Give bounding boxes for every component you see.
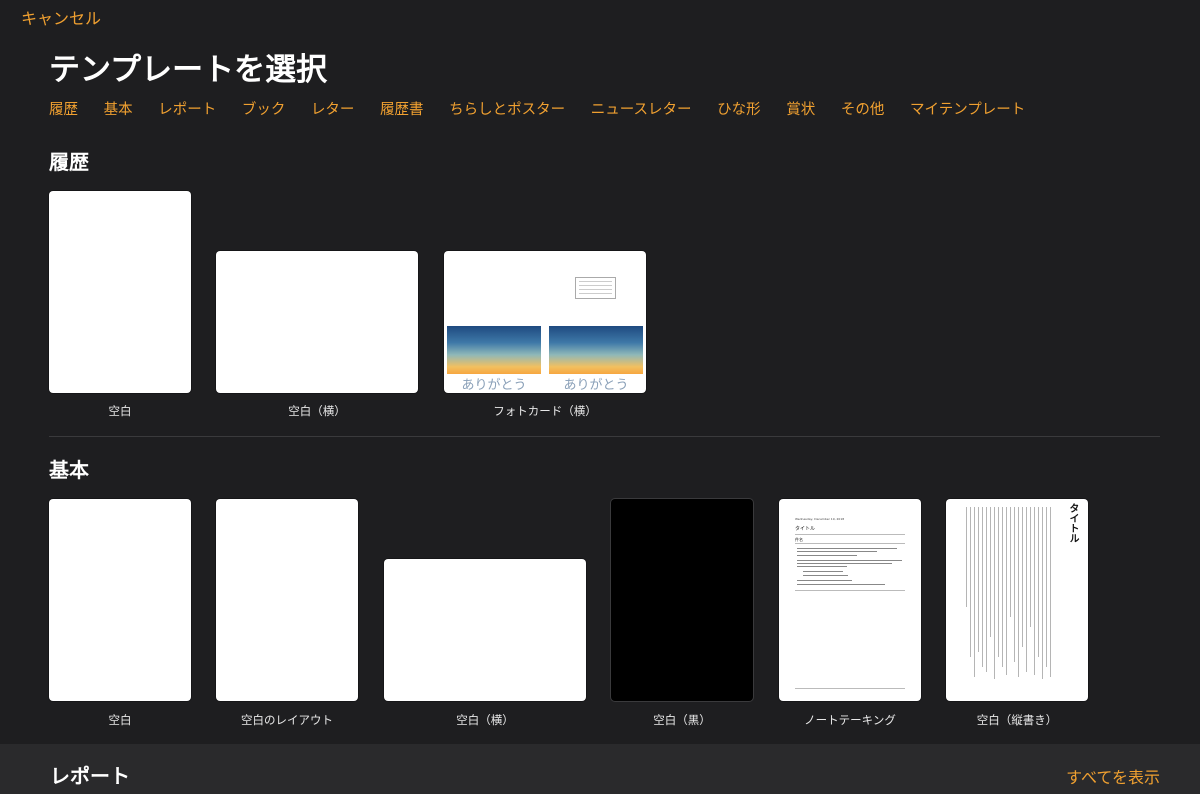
template-blank-thumbnail[interactable] xyxy=(49,499,191,701)
doc-text-line xyxy=(797,548,897,549)
template-caption: フォトカード（横） xyxy=(493,404,597,418)
section-title-report: レポート xyxy=(50,764,130,788)
section-divider xyxy=(49,436,1160,437)
template-blank-landscape-thumbnail[interactable] xyxy=(384,559,586,701)
template-caption: 空白 xyxy=(108,713,132,727)
template-caption: ノートテーキング xyxy=(804,713,896,727)
doc-text-column xyxy=(1014,507,1015,662)
template-caption: 空白 xyxy=(108,404,132,418)
template-caption: 空白（黒） xyxy=(653,713,711,727)
card-text-2: ありがとう xyxy=(563,378,629,393)
template-caption: 空白（横） xyxy=(456,713,514,727)
doc-text-line xyxy=(797,584,885,585)
doc-date: Wednesday, December 19, 2018 xyxy=(795,517,845,521)
category-flyers-posters[interactable]: ちらしとポスター xyxy=(449,98,565,119)
show-all-button[interactable]: すべてを表示 xyxy=(1066,764,1160,788)
doc-text-column xyxy=(1042,507,1043,679)
doc-text-line xyxy=(797,566,847,567)
photo-sky-2 xyxy=(549,326,643,374)
template-photo-card-thumbnail[interactable]: ありがとう ありがとう xyxy=(444,251,646,393)
doc-text-column xyxy=(1026,507,1027,672)
card-text-1: ありがとう xyxy=(461,378,527,393)
doc-text-column xyxy=(978,507,979,652)
category-book[interactable]: ブック xyxy=(242,98,286,119)
cancel-button[interactable]: キャンセル xyxy=(21,5,101,29)
category-certificate[interactable]: 賞状 xyxy=(786,98,815,119)
report-section-header: レポート すべてを表示 xyxy=(0,744,1200,794)
category-my-templates[interactable]: マイテンプレート xyxy=(910,98,1025,119)
category-letter[interactable]: レター xyxy=(311,98,355,119)
doc-text-column xyxy=(1006,507,1007,675)
doc-rule xyxy=(795,534,905,535)
doc-text-line xyxy=(803,571,843,572)
template-blank-black-thumbnail[interactable] xyxy=(611,499,753,701)
category-stationery[interactable]: ひな形 xyxy=(717,98,761,119)
doc-rule xyxy=(795,543,905,544)
doc-text-column xyxy=(1010,507,1011,617)
page-title: テンプレートを選択 xyxy=(49,52,328,88)
doc-text-column xyxy=(1022,507,1023,647)
doc-text-column xyxy=(974,507,975,677)
template-caption: 空白（縦書き） xyxy=(976,713,1058,727)
doc-text-column xyxy=(1034,507,1035,675)
template-blank-layout-thumbnail[interactable] xyxy=(216,499,358,701)
doc-text-column xyxy=(986,507,987,672)
doc-text-column xyxy=(982,507,983,667)
category-basic[interactable]: 基本 xyxy=(104,98,133,119)
template-vertical-thumbnail[interactable]: タイトル xyxy=(946,499,1088,701)
doc-text-column xyxy=(1018,507,1019,677)
doc-text-column xyxy=(970,507,971,657)
category-resume[interactable]: 履歴書 xyxy=(380,98,424,119)
doc-title: タイトル xyxy=(795,526,816,532)
category-recent[interactable]: 履歴 xyxy=(49,98,78,119)
template-blank-landscape-thumbnail[interactable] xyxy=(216,251,418,393)
doc-text-column xyxy=(1050,507,1051,677)
doc-text-column xyxy=(998,507,999,657)
doc-text-column xyxy=(1038,507,1039,657)
doc-text-column xyxy=(966,507,967,607)
doc-text-column xyxy=(1002,507,1003,667)
doc-text-column xyxy=(1030,507,1031,627)
doc-text-line xyxy=(797,551,877,552)
doc-text-line xyxy=(797,555,857,556)
section-title-recent: 履歴 xyxy=(49,150,89,174)
category-other[interactable]: その他 xyxy=(841,98,885,119)
doc-text-column xyxy=(1046,507,1047,667)
doc-text-line xyxy=(797,580,852,581)
doc-text-line xyxy=(803,575,848,576)
doc-text-column xyxy=(990,507,991,637)
template-note-taking-thumbnail[interactable]: Wednesday, December 19, 2018 タイトル 件名 xyxy=(779,499,921,701)
doc-text-line xyxy=(797,563,892,564)
doc-text-column xyxy=(994,507,995,679)
template-blank-thumbnail[interactable] xyxy=(49,191,191,393)
card-note-box xyxy=(575,277,616,299)
photo-sky-1 xyxy=(447,326,541,374)
doc-text-line xyxy=(797,560,902,561)
template-chooser: キャンセル テンプレートを選択 履歴 基本 レポート ブック レター 履歴書 ち… xyxy=(0,0,1200,794)
doc-rule xyxy=(795,590,905,591)
template-caption: 空白のレイアウト xyxy=(241,713,333,727)
category-nav: 履歴 基本 レポート ブック レター 履歴書 ちらしとポスター ニュースレター … xyxy=(49,98,1046,120)
category-newsletter[interactable]: ニュースレター xyxy=(591,98,692,119)
template-caption: 空白（横） xyxy=(288,404,346,418)
doc-title-vertical: タイトル xyxy=(1067,503,1078,543)
doc-rule xyxy=(795,688,905,689)
category-report[interactable]: レポート xyxy=(158,98,216,119)
section-title-basic: 基本 xyxy=(49,458,89,482)
